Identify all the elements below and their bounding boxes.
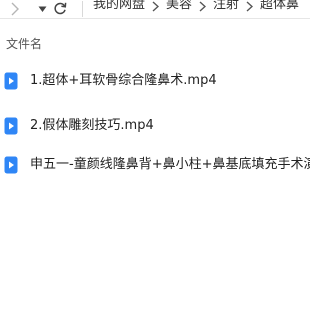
chevron-right-icon: [11, 2, 19, 16]
file-row[interactable]: 申五一-童颜线隆鼻背+鼻小柱+鼻基底填充手术演示: [0, 152, 310, 178]
forward-button[interactable]: [6, 0, 24, 18]
file-name: 2.假体雕刻技巧.mp4: [30, 118, 154, 133]
chevron-right-icon: [199, 0, 207, 12]
breadcrumb-separator: [199, 0, 207, 12]
breadcrumb-item-beauty[interactable]: 美容: [166, 0, 192, 14]
toolbar-divider: [82, 1, 83, 17]
refresh-button[interactable]: [52, 0, 68, 18]
video-file-icon: [4, 156, 18, 174]
breadcrumb-item-current[interactable]: 超体鼻: [260, 0, 299, 14]
chevron-right-icon: [246, 0, 254, 12]
breadcrumb-item-root[interactable]: 我的网盘: [93, 0, 145, 14]
breadcrumb-separator: [152, 0, 160, 12]
video-file-icon: [4, 72, 18, 90]
video-file-icon: [4, 117, 18, 135]
file-name: 申五一-童颜线隆鼻背+鼻小柱+鼻基底填充手术演示: [30, 157, 310, 172]
file-row[interactable]: 1.超体+耳软骨综合隆鼻术.mp4: [0, 68, 310, 94]
refresh-icon: [54, 2, 67, 15]
breadcrumb-item-injection[interactable]: 注射: [213, 0, 239, 14]
history-dropdown-button[interactable]: [36, 0, 48, 18]
file-browser-window: 我的网盘 美容 注射 超体鼻 文件名 1.超体+耳软骨综合隆鼻术.mp4 2.假…: [0, 0, 310, 310]
navigation-bar: 我的网盘 美容 注射 超体鼻: [0, 0, 310, 19]
file-name: 1.超体+耳软骨综合隆鼻术.mp4: [30, 73, 217, 88]
chevron-right-icon: [152, 0, 160, 12]
breadcrumb-separator: [246, 0, 254, 12]
column-header-filename[interactable]: 文件名: [6, 37, 42, 51]
caret-down-icon: [38, 6, 46, 12]
file-row[interactable]: 2.假体雕刻技巧.mp4: [0, 113, 310, 139]
